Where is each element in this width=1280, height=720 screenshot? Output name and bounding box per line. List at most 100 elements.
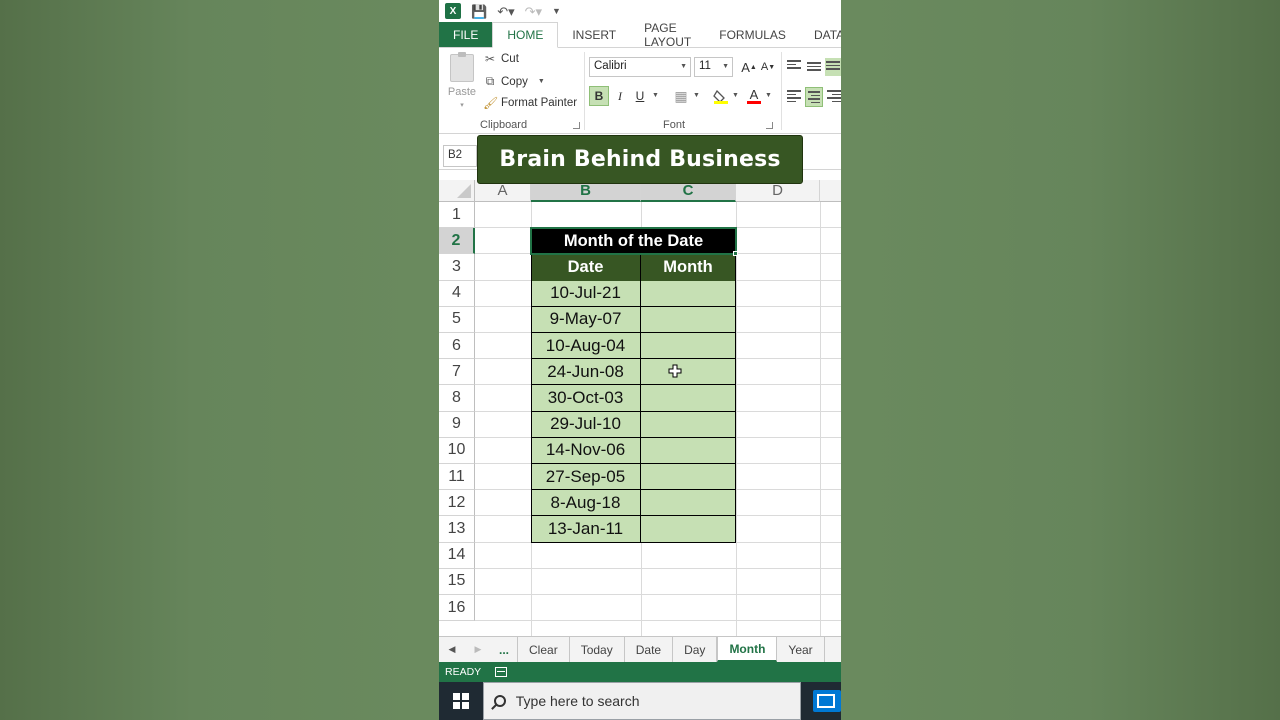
top-align-icon[interactable]: [787, 60, 801, 72]
prev-sheet-icon[interactable]: ◀: [439, 637, 465, 662]
month-header-cell[interactable]: Month: [641, 254, 736, 281]
month-cell[interactable]: [641, 280, 736, 307]
shrink-font-button[interactable]: A ▼: [758, 57, 778, 77]
date-cell[interactable]: 10-Aug-04: [531, 333, 641, 360]
sheet-tab-today[interactable]: Today: [570, 637, 625, 662]
month-cell[interactable]: [641, 411, 736, 438]
select-all-corner[interactable]: [439, 180, 475, 202]
copy-button[interactable]: ⧉ Copy ▼: [483, 74, 545, 89]
date-cell[interactable]: 13-Jan-11: [531, 516, 641, 543]
row-header-5[interactable]: 5: [439, 306, 475, 333]
row-header-8[interactable]: 8: [439, 385, 475, 412]
row-header-9[interactable]: 9: [439, 411, 475, 438]
row-header-7[interactable]: 7: [439, 359, 475, 386]
macro-record-icon[interactable]: [495, 667, 508, 677]
borders-icon[interactable]: ▦: [671, 86, 691, 106]
name-box[interactable]: B2: [443, 145, 477, 167]
row-header-16[interactable]: 16: [439, 595, 475, 622]
row-header-11[interactable]: 11: [439, 464, 475, 491]
taskbar-search-box[interactable]: Type here to search: [482, 682, 802, 720]
fill-handle[interactable]: [733, 251, 738, 257]
month-cell[interactable]: [641, 516, 736, 543]
column-header-e[interactable]: [820, 180, 841, 202]
middle-align-icon[interactable]: [807, 62, 821, 74]
month-cell[interactable]: [641, 437, 736, 464]
sheet-tab-year[interactable]: Year: [777, 637, 825, 662]
row-header-1[interactable]: 1: [439, 202, 475, 229]
align-center-icon[interactable]: [805, 87, 823, 107]
tab-insert[interactable]: INSERT: [558, 22, 630, 47]
fill-color-button[interactable]: [711, 86, 731, 106]
row-header-14[interactable]: 14: [439, 542, 475, 569]
underline-dropdown-icon[interactable]: ▼: [652, 92, 659, 99]
fill-color-dropdown-icon[interactable]: ▼: [732, 92, 739, 99]
sheet-tab-day[interactable]: Day: [673, 637, 718, 662]
date-cell[interactable]: 29-Jul-10: [531, 411, 641, 438]
row-header-10[interactable]: 10: [439, 437, 475, 464]
row-header-12[interactable]: 12: [439, 490, 475, 517]
month-cell[interactable]: [641, 359, 736, 386]
paint-bucket-icon: [713, 89, 728, 104]
scissors-icon: ✂: [484, 52, 496, 66]
month-cell[interactable]: [641, 490, 736, 517]
redo-icon[interactable]: ↷▾: [525, 5, 542, 18]
mail-app-icon[interactable]: [813, 690, 841, 712]
italic-button[interactable]: I: [610, 86, 630, 106]
table-title-cell[interactable]: Month of the Date: [531, 228, 736, 255]
customize-qat-icon[interactable]: ▼: [552, 6, 561, 16]
row-header-13[interactable]: 13: [439, 516, 475, 543]
format-painter-button[interactable]: 🖌 Format Painter: [483, 96, 577, 110]
undo-icon[interactable]: ↶▾: [497, 5, 514, 18]
tab-home[interactable]: HOME: [492, 22, 559, 48]
date-cell[interactable]: 9-May-07: [531, 306, 641, 333]
month-cell[interactable]: [641, 306, 736, 333]
date-cell[interactable]: 24-Jun-08: [531, 359, 641, 386]
borders-dropdown-icon[interactable]: ▼: [693, 92, 700, 99]
tab-formulas[interactable]: FORMULAS: [705, 22, 800, 47]
align-right-icon[interactable]: [827, 90, 841, 102]
date-cell[interactable]: 30-Oct-03: [531, 385, 641, 412]
date-cell[interactable]: 27-Sep-05: [531, 464, 641, 491]
bottom-align-icon[interactable]: [825, 58, 841, 76]
font-color-dropdown-icon[interactable]: ▼: [765, 92, 772, 99]
sheet-tab-clear[interactable]: Clear: [518, 637, 570, 662]
align-left-icon[interactable]: [787, 90, 801, 102]
font-name-dropdown[interactable]: Calibri ▼: [589, 57, 691, 77]
chevron-down-icon: ▼: [722, 63, 729, 70]
cut-button[interactable]: ✂ Cut: [483, 52, 519, 66]
date-header-cell[interactable]: Date: [531, 254, 641, 281]
start-button[interactable]: [439, 682, 483, 720]
paste-button[interactable]: Paste ▾: [447, 52, 477, 110]
row-header-2[interactable]: 2: [439, 228, 475, 255]
clipboard-launcher-icon[interactable]: [573, 122, 580, 129]
worksheet-grid[interactable]: A B C D 1 2 3 4 5 6 7 8 9 10 11 12 13 14 15 16 Month of …: [439, 180, 841, 636]
sheet-tab-month[interactable]: Month: [717, 637, 778, 662]
ribbon-tabs: FILE HOME INSERT PAGE LAYOUT FORMULAS DA…: [439, 21, 841, 49]
next-sheet-icon[interactable]: ▶: [465, 637, 491, 662]
date-cell[interactable]: 8-Aug-18: [531, 490, 641, 517]
date-cell[interactable]: 10-Jul-21: [531, 280, 641, 307]
gridline: [475, 567, 841, 569]
copy-dropdown-icon[interactable]: ▼: [538, 78, 545, 85]
grow-font-button[interactable]: A ▲: [739, 57, 759, 77]
month-cell[interactable]: [641, 385, 736, 412]
date-cell[interactable]: 14-Nov-06: [531, 437, 641, 464]
tab-page-layout[interactable]: PAGE LAYOUT: [630, 21, 705, 49]
font-color-button[interactable]: A: [744, 86, 764, 106]
sheet-tab-date[interactable]: Date: [625, 637, 674, 662]
row-header-6[interactable]: 6: [439, 333, 475, 360]
month-cell[interactable]: [641, 333, 736, 360]
sheet-tab-more[interactable]: ...: [491, 637, 519, 662]
save-icon[interactable]: 💾: [471, 5, 487, 18]
row-header-15[interactable]: 15: [439, 568, 475, 595]
tab-data[interactable]: DATA: [800, 22, 841, 47]
tab-file[interactable]: FILE: [439, 22, 493, 47]
font-size-dropdown[interactable]: 11 ▼: [694, 57, 733, 77]
month-cell[interactable]: [641, 464, 736, 491]
copy-icon: ⧉: [485, 74, 495, 88]
underline-button[interactable]: U: [630, 86, 650, 106]
row-header-3[interactable]: 3: [439, 254, 475, 281]
row-header-4[interactable]: 4: [439, 280, 475, 307]
bold-button[interactable]: B: [589, 86, 609, 106]
font-launcher-icon[interactable]: [766, 122, 773, 129]
